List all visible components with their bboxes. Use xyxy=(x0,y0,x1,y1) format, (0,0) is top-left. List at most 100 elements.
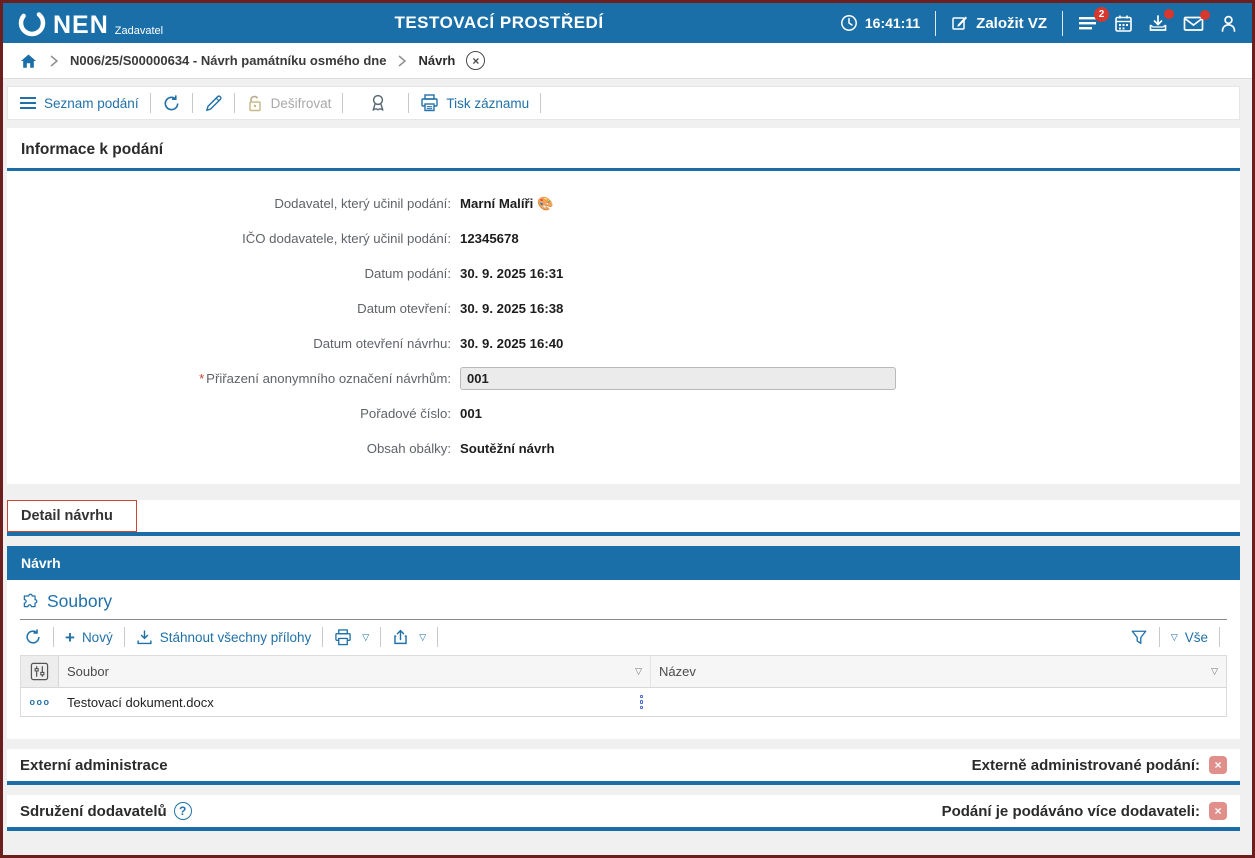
breadcrumb: N006/25/S00000634 - Návrh památníku osmé… xyxy=(3,43,1252,79)
calendar-icon xyxy=(1114,14,1133,33)
suppliers-group-flag-label: Podání je podáváno více dodavateli: xyxy=(942,803,1200,820)
form-row-anonymous-designation: *Přiřazení anonymního označení návrhům: xyxy=(7,361,1240,396)
files-refresh-button[interactable] xyxy=(20,628,46,646)
print-files-button[interactable]: ▽ xyxy=(330,629,373,646)
clock-time: 16:41:11 xyxy=(865,15,920,31)
form-row-datum-podani: Datum podání: 30. 9. 2025 16:31 xyxy=(7,256,1240,291)
edit-button[interactable] xyxy=(200,94,227,113)
download-all-label: Stáhnout všechny přílohy xyxy=(160,630,312,645)
tasks-badge: 2 xyxy=(1094,7,1109,22)
caret-down-icon: ▽ xyxy=(419,632,426,643)
award-button[interactable] xyxy=(364,93,392,113)
files-title-row: Soubory xyxy=(7,580,1240,619)
server-clock: 16:41:11 xyxy=(840,14,920,32)
files-section: Soubory + Nový Stáhnout všechny přílohy xyxy=(7,580,1240,739)
file-name-cell[interactable]: Testovací dokument.docx xyxy=(67,695,214,710)
suppliers-group-section: Sdružení dodavatelů ? Podání je podáváno… xyxy=(7,795,1240,831)
divider xyxy=(380,627,381,647)
form-row-supplier: Dodavatel, který učinil podání: Marní Ma… xyxy=(7,186,1240,221)
close-record-icon[interactable]: × xyxy=(466,51,485,70)
table-row[interactable]: ooo Testovací dokument.docx xyxy=(21,688,1226,717)
sliders-icon xyxy=(30,662,49,681)
record-toolbar: Seznam podání Dešifrovat xyxy=(7,86,1240,120)
anonymous-designation-input[interactable] xyxy=(460,367,896,390)
export-files-button[interactable]: ▽ xyxy=(388,628,430,646)
refresh-button[interactable] xyxy=(158,94,185,113)
new-file-label: Nový xyxy=(82,630,113,645)
profile-button[interactable] xyxy=(1219,14,1238,33)
home-icon[interactable] xyxy=(19,52,38,70)
column-header-nazev[interactable]: Název ▽ xyxy=(651,656,1226,687)
new-file-button[interactable]: + Nový xyxy=(61,629,117,646)
divider xyxy=(322,627,323,647)
row-actions-icon[interactable]: ooo xyxy=(21,697,59,707)
print-record-button[interactable]: Tisk záznamu xyxy=(416,94,533,112)
divider xyxy=(124,627,125,647)
decrypt-button[interactable]: Dešifrovat xyxy=(242,94,336,113)
chevron-right-icon xyxy=(49,54,59,68)
info-section-title: Informace k podání xyxy=(7,128,1240,168)
field-label: Pořadové číslo: xyxy=(7,406,451,421)
divider xyxy=(192,93,193,113)
filter-all-dropdown[interactable]: ▽ Vše xyxy=(1167,630,1212,645)
field-value: Marní Malíři 🎨 xyxy=(460,196,553,212)
messages-button[interactable] xyxy=(1183,15,1204,32)
help-icon[interactable]: ? xyxy=(174,802,192,820)
divider xyxy=(150,93,151,113)
award-ribbon-icon xyxy=(368,93,388,113)
tasks-menu-button[interactable]: 2 xyxy=(1078,14,1099,32)
files-title: Soubory xyxy=(47,591,112,612)
tab-detail-navrhu[interactable]: Detail návrhu xyxy=(7,500,137,532)
form-row-datum-otevreni-navrhu: Datum otevření návrhu: 30. 9. 2025 16:40 xyxy=(7,326,1240,361)
form-row-obsah-obalky: Obsah obálky: Soutěžní návrh xyxy=(7,431,1240,466)
column-resize-handle[interactable] xyxy=(640,695,644,710)
share-icon xyxy=(392,628,409,646)
nen-logo-icon xyxy=(17,8,47,38)
download-all-button[interactable]: Stáhnout všechny přílohy xyxy=(132,629,316,646)
decrypt-label: Dešifrovat xyxy=(271,96,332,111)
user-icon xyxy=(1219,14,1238,33)
divider xyxy=(408,93,409,113)
printer-icon xyxy=(420,94,439,112)
field-label: IČO dodavatele, který učinil podání: xyxy=(7,231,451,246)
field-value: 001 xyxy=(460,406,482,421)
table-settings-button[interactable] xyxy=(21,656,59,687)
nen-logo[interactable]: NEN Zadavatel xyxy=(17,8,163,38)
downloads-button[interactable] xyxy=(1148,14,1168,33)
puzzle-icon xyxy=(20,592,39,611)
create-vz-button[interactable]: Založit VZ xyxy=(951,14,1047,32)
calendar-button[interactable] xyxy=(1114,14,1133,33)
divider xyxy=(437,627,438,647)
divider xyxy=(1159,627,1160,647)
external-admin-section: Externí administrace Externě administrov… xyxy=(7,749,1240,785)
column-header-soubor[interactable]: Soubor ▽ xyxy=(59,656,651,687)
refresh-icon xyxy=(162,94,181,113)
files-table: Soubor ▽ Název ▽ ooo Testovací dokument.… xyxy=(20,655,1227,717)
field-value: 12345678 xyxy=(460,231,519,246)
filter-button[interactable] xyxy=(1126,629,1152,646)
caret-down-icon[interactable]: ▽ xyxy=(1211,666,1218,677)
field-label: *Přiřazení anonymního označení návrhům: xyxy=(7,371,451,386)
field-value: 30. 9. 2025 16:38 xyxy=(460,301,563,316)
external-admin-flag-label: Externě administrované podání: xyxy=(972,757,1200,774)
divider xyxy=(540,93,541,113)
field-label: Datum podání: xyxy=(7,266,451,281)
caret-down-icon: ▽ xyxy=(1171,632,1178,643)
environment-title: TESTOVACÍ PROSTŘEDÍ xyxy=(394,13,603,33)
flag-no-icon[interactable]: × xyxy=(1209,756,1227,774)
funnel-icon xyxy=(1130,629,1148,646)
divider xyxy=(53,627,54,647)
caret-down-icon[interactable]: ▽ xyxy=(635,666,642,677)
breadcrumb-contract[interactable]: N006/25/S00000634 - Návrh památníku osmé… xyxy=(70,53,386,68)
app-header: NEN Zadavatel TESTOVACÍ PROSTŘEDÍ 16:41:… xyxy=(3,3,1252,43)
field-label: Obsah obálky: xyxy=(7,441,451,456)
downloads-notification-dot xyxy=(1164,9,1174,19)
flag-no-icon[interactable]: × xyxy=(1209,802,1227,820)
seznam-podani-button[interactable]: Seznam podání xyxy=(16,96,143,111)
filter-all-label: Vše xyxy=(1185,630,1208,645)
seznam-podani-label: Seznam podání xyxy=(44,96,139,111)
form-row-ico: IČO dodavatele, který učinil podání: 123… xyxy=(7,221,1240,256)
suppliers-group-title: Sdružení dodavatelů xyxy=(20,803,167,820)
field-label: Datum otevření: xyxy=(7,301,451,316)
breadcrumb-current: Návrh xyxy=(418,53,455,68)
